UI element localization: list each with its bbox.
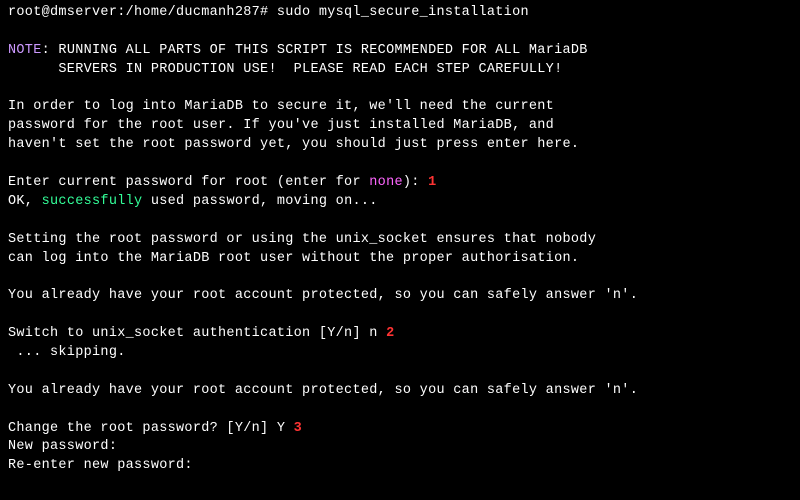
switch-text: Switch to unix_socket authentication [Y/… (8, 326, 386, 341)
note-label: NOTE (8, 43, 42, 58)
blank-line (8, 363, 792, 382)
intro-line-1: In order to log into MariaDB to secure i… (8, 98, 792, 117)
already-protected-1: You already have your root account prote… (8, 287, 792, 306)
prompt-userhost: root@dmserver (8, 5, 117, 20)
blank-line (8, 80, 792, 99)
blank-line (8, 23, 792, 42)
shell-prompt-line: root@dmserver:/home/ducmanh287# sudo mys… (8, 4, 792, 23)
marker-2: 2 (386, 326, 394, 341)
enter-password-suffix: ): (403, 175, 428, 190)
new-password-prompt[interactable]: New password: (8, 438, 792, 457)
blank-line (8, 306, 792, 325)
blank-line (8, 155, 792, 174)
setting-line-2: can log into the MariaDB root user witho… (8, 250, 792, 269)
command-text[interactable]: sudo mysql_secure_installation (277, 5, 529, 20)
enter-password-prefix: Enter current password for root (enter f… (8, 175, 369, 190)
note-line-1: NOTE: RUNNING ALL PARTS OF THIS SCRIPT I… (8, 42, 792, 61)
marker-1: 1 (428, 175, 436, 190)
prompt-path: :/home/ducmanh287# (117, 5, 277, 20)
marker-3: 3 (294, 421, 302, 436)
success-word: successfully (42, 194, 143, 209)
change-password-prompt[interactable]: Change the root password? [Y/n] Y 3 (8, 420, 792, 439)
enter-password-prompt[interactable]: Enter current password for root (enter f… (8, 174, 792, 193)
intro-line-2: password for the root user. If you've ju… (8, 117, 792, 136)
note-line-2: SERVERS IN PRODUCTION USE! PLEASE READ E… (8, 61, 792, 80)
blank-line (8, 401, 792, 420)
blank-line (8, 268, 792, 287)
skipping-line: ... skipping. (8, 344, 792, 363)
note-text-1: : RUNNING ALL PARTS OF THIS SCRIPT IS RE… (42, 43, 588, 58)
none-keyword: none (369, 175, 403, 190)
change-text: Change the root password? [Y/n] Y (8, 421, 294, 436)
blank-line (8, 212, 792, 231)
setting-line-1: Setting the root password or using the u… (8, 231, 792, 250)
switch-auth-prompt[interactable]: Switch to unix_socket authentication [Y/… (8, 325, 792, 344)
intro-line-3: haven't set the root password yet, you s… (8, 136, 792, 155)
already-protected-2: You already have your root account prote… (8, 382, 792, 401)
reenter-password-prompt[interactable]: Re-enter new password: (8, 457, 792, 476)
ok-prefix: OK, (8, 194, 42, 209)
ok-line: OK, successfully used password, moving o… (8, 193, 792, 212)
ok-suffix: used password, moving on... (142, 194, 377, 209)
